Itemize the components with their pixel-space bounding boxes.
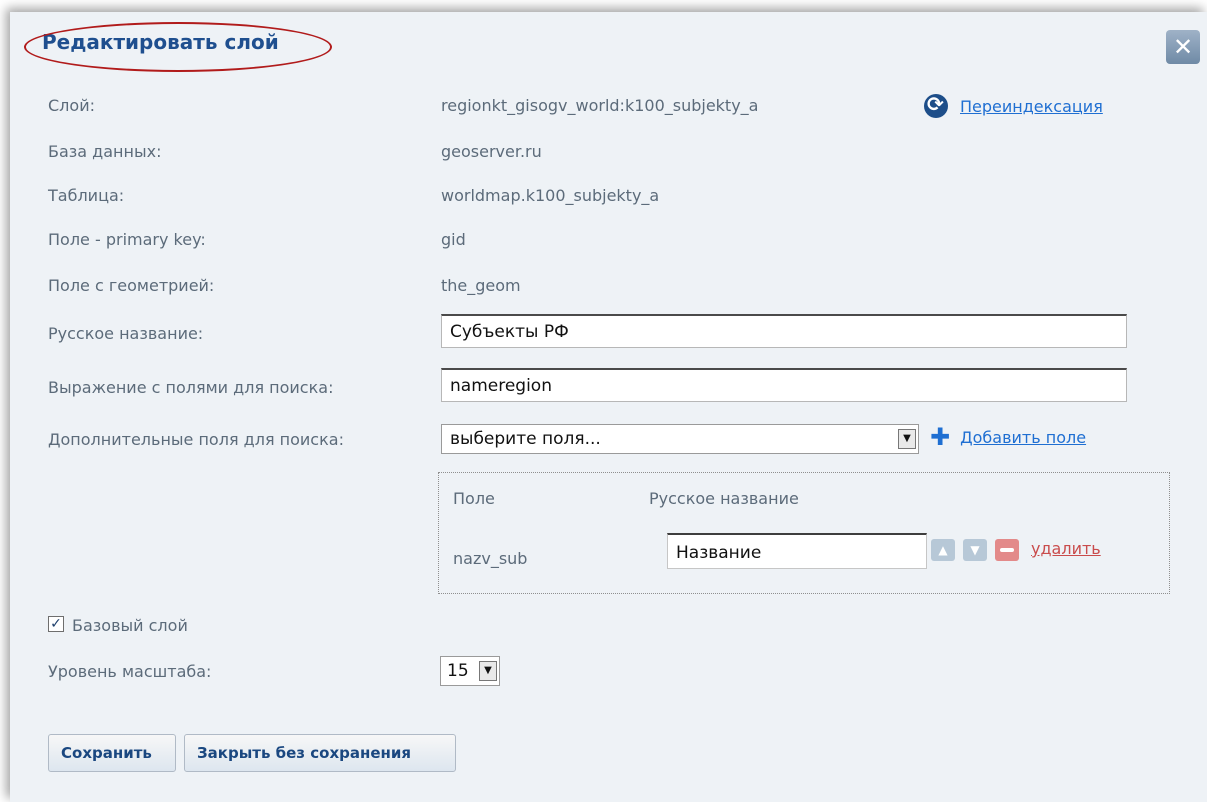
extra-fields-select-value: выберите поля... [450,429,601,449]
table-value: worldmap.k100_subjekty_a [441,186,660,205]
scale-level-value: 15 [447,661,469,681]
ru-name-label: Русское название: [48,324,204,343]
move-down-icon[interactable]: ▼ [963,539,987,561]
save-button[interactable]: Сохранить [48,734,176,772]
add-field-link[interactable]: ✚ Добавить поле [930,423,1086,451]
base-layer-checkbox[interactable]: ✓ [48,616,64,632]
add-field-label[interactable]: Добавить поле [960,428,1086,447]
geom-value: the_geom [441,276,521,295]
chevron-down-icon[interactable]: ▼ [898,429,916,449]
layer-value: regionkt_gisogv_world:k100_subjekty_a [441,96,759,115]
geom-label: Поле с геометрией: [48,276,215,295]
chevron-down-icon[interactable]: ▼ [479,661,497,681]
dialog-title: Редактировать слой [42,30,279,54]
extra-fields-label: Дополнительные поля для поиска: [48,430,344,449]
table-header-ru-name: Русское название [649,489,799,508]
search-expr-label: Выражение с полями для поиска: [48,378,334,397]
close-without-save-button[interactable]: Закрыть без сохранения [184,734,456,772]
table-row-ru-name-input[interactable]: Название [667,533,927,569]
pk-label: Поле - primary key: [48,230,206,249]
extra-fields-select[interactable]: выберите поля... ▼ [441,424,919,454]
table-header-field: Поле [453,489,495,508]
pk-value: gid [441,230,466,249]
db-value: geoserver.ru [441,142,542,161]
table-label: Таблица: [48,186,125,205]
remove-icon[interactable] [995,539,1019,561]
extra-fields-table: Поле Русское название nazv_sub Название … [438,472,1170,594]
move-up-icon[interactable]: ▲ [931,539,955,561]
refresh-icon [924,92,948,118]
search-expr-input[interactable]: nameregion [441,368,1127,402]
reindex-link-label[interactable]: Переиндексация [960,97,1103,116]
ru-name-input[interactable]: Субъекты РФ [441,314,1127,348]
plus-icon: ✚ [930,423,951,451]
scale-level-select[interactable]: 15 ▼ [440,656,500,686]
delete-link[interactable]: удалить [1031,539,1101,558]
close-icon[interactable]: ✕ [1166,30,1200,64]
layer-label: Слой: [48,96,95,115]
table-row-field: nazv_sub [453,549,528,568]
db-label: База данных: [48,142,162,161]
edit-layer-dialog [10,12,1207,802]
scale-level-label: Уровень масштаба: [48,662,212,681]
reindex-link[interactable]: Переиндексация [924,92,1103,118]
base-layer-label: Базовый слой [72,616,188,635]
